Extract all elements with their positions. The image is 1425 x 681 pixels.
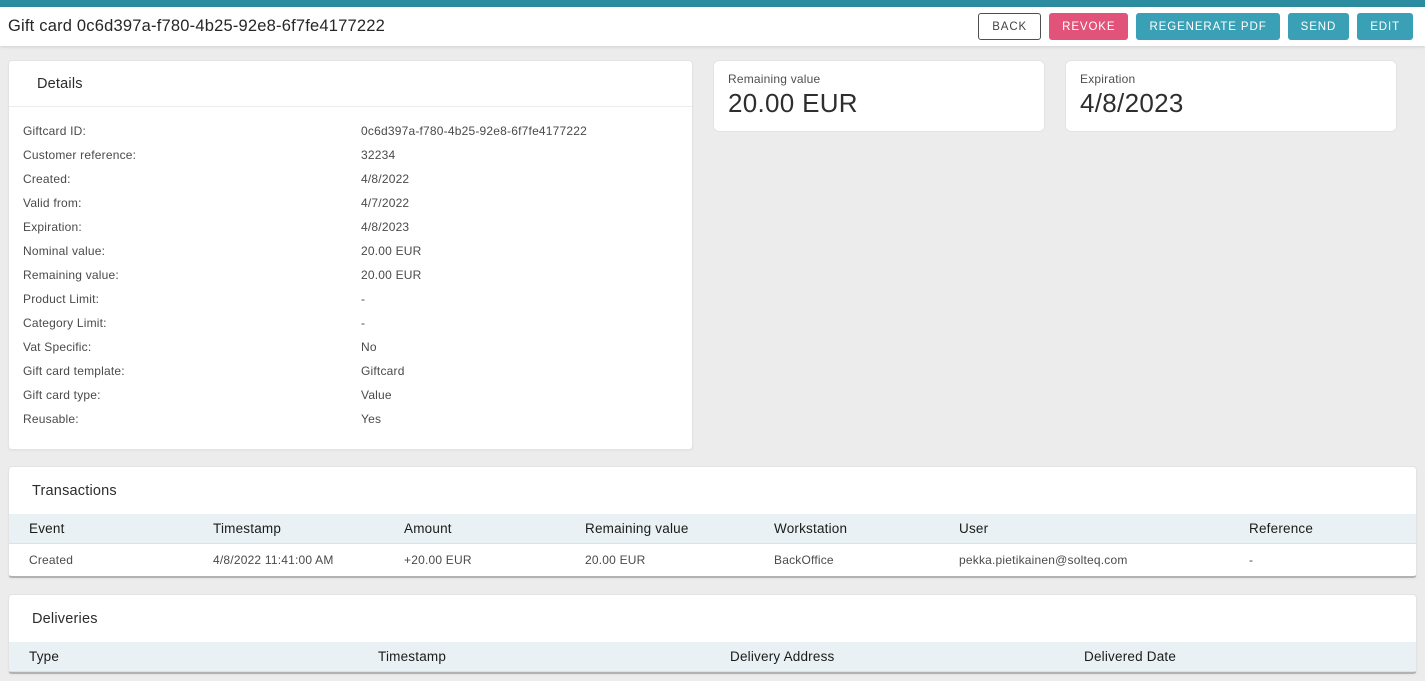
table-header-row: EventTimestampAmountRemaining valueWorks… (9, 514, 1416, 544)
column-header: Workstation (754, 514, 939, 544)
edit-button[interactable]: EDIT (1357, 13, 1413, 40)
regenerate-pdf-button[interactable]: REGENERATE PDF (1136, 13, 1279, 40)
detail-value: Yes (361, 407, 381, 431)
detail-value: 4/8/2022 (361, 167, 409, 191)
detail-value: 0c6d397a-f780-4b25-92e8-6f7fe4177222 (361, 119, 587, 143)
detail-value: 20.00 EUR (361, 239, 422, 263)
detail-row: Giftcard ID:0c6d397a-f780-4b25-92e8-6f7f… (23, 119, 676, 143)
column-header: Timestamp (358, 642, 710, 672)
app-header: Gift card 0c6d397a-f780-4b25-92e8-6f7fe4… (0, 7, 1425, 46)
table-cell: +20.00 EUR (384, 544, 565, 577)
detail-value: 32234 (361, 143, 395, 167)
table-header-row: TypeTimestampDelivery AddressDelivered D… (9, 642, 1416, 672)
deliveries-table: TypeTimestampDelivery AddressDelivered D… (9, 642, 1416, 672)
deliveries-heading: Deliveries (9, 595, 1416, 642)
table-head: EventTimestampAmountRemaining valueWorks… (9, 514, 1416, 544)
detail-value: 20.00 EUR (361, 263, 422, 287)
column-header: Amount (384, 514, 565, 544)
top-row: Details Giftcard ID:0c6d397a-f780-4b25-9… (8, 60, 1417, 450)
summary-card-label: Remaining value (728, 72, 1030, 86)
detail-label: Product Limit: (23, 287, 361, 311)
send-button[interactable]: SEND (1288, 13, 1350, 40)
detail-label: Valid from: (23, 191, 361, 215)
summary-card-label: Expiration (1080, 72, 1382, 86)
summary-card-value: 20.00 EUR (728, 88, 1030, 119)
detail-value: Giftcard (361, 359, 405, 383)
summary-cards: Remaining value 20.00 EUR Expiration 4/8/20… (713, 60, 1417, 132)
details-panel: Details Giftcard ID:0c6d397a-f780-4b25-9… (8, 60, 693, 450)
detail-row: Expiration:4/8/2023 (23, 215, 676, 239)
back-button[interactable]: BACK (978, 13, 1041, 40)
detail-label: Created: (23, 167, 361, 191)
table-cell: 20.00 EUR (565, 544, 754, 577)
main-content: Details Giftcard ID:0c6d397a-f780-4b25-9… (0, 46, 1425, 674)
column-header: Reference (1229, 514, 1416, 544)
detail-value: - (361, 287, 365, 311)
detail-value: - (361, 311, 365, 335)
details-heading: Details (9, 61, 692, 106)
detail-row: Remaining value:20.00 EUR (23, 263, 676, 287)
detail-row: Nominal value:20.00 EUR (23, 239, 676, 263)
column-header: Type (9, 642, 358, 672)
detail-row: Valid from:4/7/2022 (23, 191, 676, 215)
column-header: User (939, 514, 1229, 544)
detail-label: Vat Specific: (23, 335, 361, 359)
detail-label: Nominal value: (23, 239, 361, 263)
table-cell: Created (9, 544, 193, 577)
table-cell: BackOffice (754, 544, 939, 577)
detail-label: Reusable: (23, 407, 361, 431)
detail-label: Remaining value: (23, 263, 361, 287)
table-row: Created4/8/2022 11:41:00 AM+20.00 EUR20.… (9, 544, 1416, 577)
details-list: Giftcard ID:0c6d397a-f780-4b25-92e8-6f7f… (9, 107, 692, 449)
detail-label: Giftcard ID: (23, 119, 361, 143)
transactions-panel: Transactions EventTimestampAmountRemaini… (8, 466, 1417, 578)
column-header: Remaining value (565, 514, 754, 544)
detail-label: Category Limit: (23, 311, 361, 335)
table-head: TypeTimestampDelivery AddressDelivered D… (9, 642, 1416, 672)
summary-card: Remaining value 20.00 EUR (713, 60, 1045, 132)
transactions-table: EventTimestampAmountRemaining valueWorks… (9, 514, 1416, 576)
detail-row: Vat Specific:No (23, 335, 676, 359)
detail-row: Reusable:Yes (23, 407, 676, 431)
detail-label: Gift card type: (23, 383, 361, 407)
column-header: Timestamp (193, 514, 384, 544)
column-header: Delivery Address (710, 642, 1064, 672)
summary-card: Expiration 4/8/2023 (1065, 60, 1397, 132)
detail-value: Value (361, 383, 392, 407)
deliveries-panel: Deliveries TypeTimestampDelivery Address… (8, 594, 1417, 674)
header-actions: BACK REVOKE REGENERATE PDF SEND EDIT (978, 13, 1413, 40)
detail-row: Customer reference:32234 (23, 143, 676, 167)
top-accent-bar (0, 0, 1425, 7)
detail-row: Gift card type:Value (23, 383, 676, 407)
detail-value: No (361, 335, 377, 359)
revoke-button[interactable]: REVOKE (1049, 13, 1128, 40)
detail-row: Created:4/8/2022 (23, 167, 676, 191)
detail-row: Product Limit:- (23, 287, 676, 311)
detail-value: 4/7/2022 (361, 191, 409, 215)
summary-card-value: 4/8/2023 (1080, 88, 1382, 119)
column-header: Delivered Date (1064, 642, 1416, 672)
detail-value: 4/8/2023 (361, 215, 409, 239)
table-cell: - (1229, 544, 1416, 577)
table-cell: 4/8/2022 11:41:00 AM (193, 544, 384, 577)
detail-row: Category Limit:- (23, 311, 676, 335)
column-header: Event (9, 514, 193, 544)
detail-label: Customer reference: (23, 143, 361, 167)
page-title: Gift card 0c6d397a-f780-4b25-92e8-6f7fe4… (8, 17, 385, 36)
detail-label: Gift card template: (23, 359, 361, 383)
detail-row: Gift card template:Giftcard (23, 359, 676, 383)
detail-label: Expiration: (23, 215, 361, 239)
transactions-heading: Transactions (9, 467, 1416, 514)
table-body: Created4/8/2022 11:41:00 AM+20.00 EUR20.… (9, 544, 1416, 577)
table-cell: pekka.pietikainen@solteq.com (939, 544, 1229, 577)
